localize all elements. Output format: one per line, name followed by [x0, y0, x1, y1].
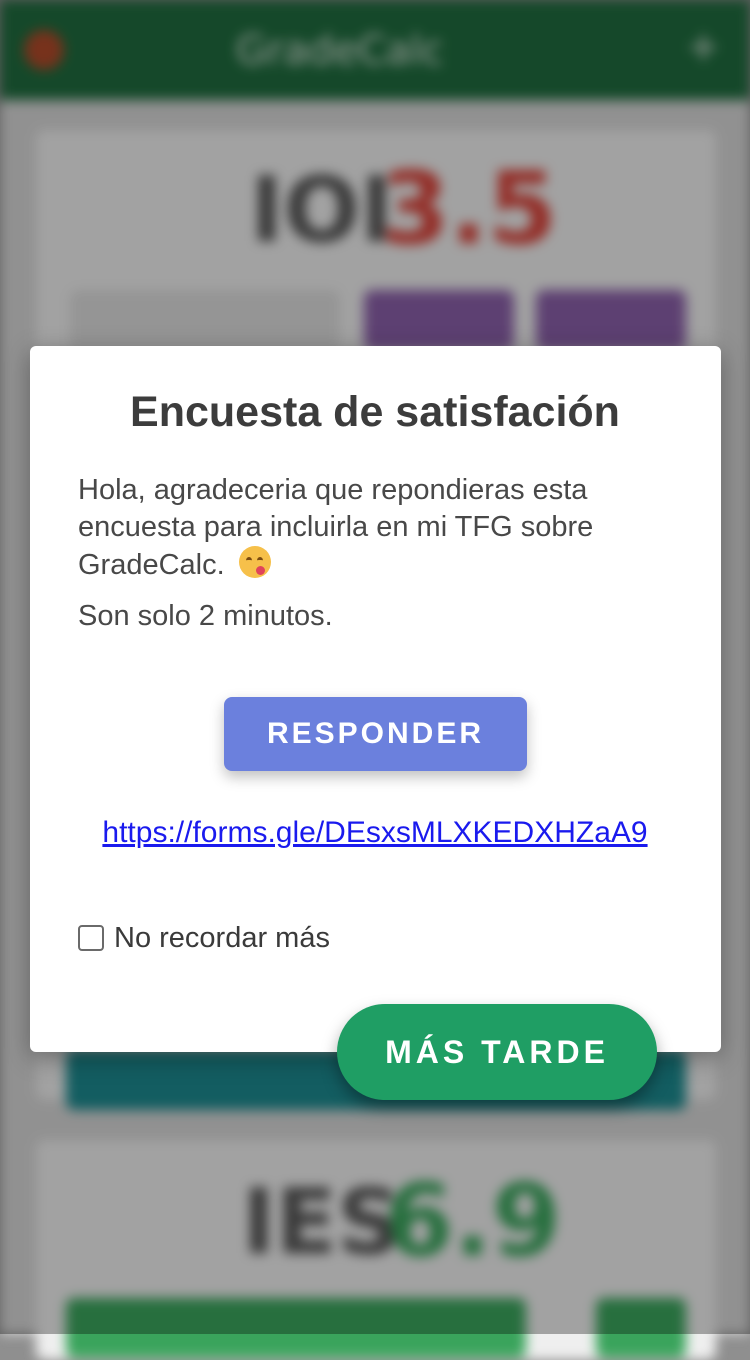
later-button[interactable]: MÁS TARDE: [337, 1004, 657, 1100]
survey-link[interactable]: https://forms.gle/DEsxsMLXKEDXHZaA9: [0, 816, 750, 850]
dialog-note: Son solo 2 minutos.: [78, 600, 333, 632]
dont-remind-label[interactable]: No recordar más: [114, 922, 330, 955]
dont-remind-row[interactable]: No recordar más: [78, 920, 330, 956]
dialog-title: Encuesta de satisfación: [130, 388, 620, 436]
dont-remind-checkbox[interactable]: [78, 925, 104, 951]
respond-button[interactable]: RESPONDER: [224, 697, 527, 771]
yum-face-icon: [238, 546, 271, 578]
dialog-body: Hola, agradeceria que repondieras esta e…: [78, 472, 678, 635]
dialog-message-text: Hola, agradeceria que repondieras esta e…: [78, 474, 594, 581]
dialog-message: Hola, agradeceria que repondieras esta e…: [78, 472, 678, 584]
